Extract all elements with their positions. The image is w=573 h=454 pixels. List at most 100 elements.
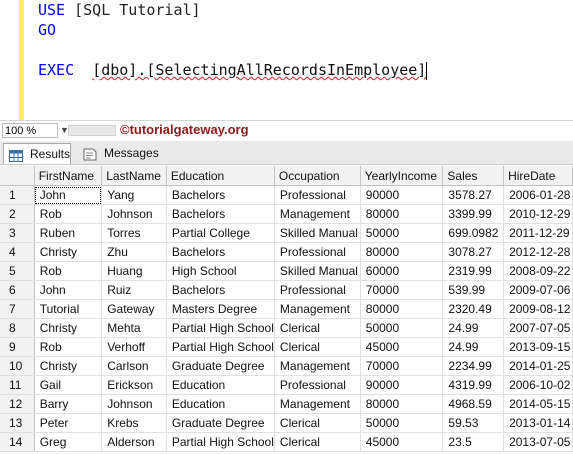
results-grid[interactable]: FirstName LastName Education Occupation Year… <box>0 166 573 454</box>
row-number[interactable]: 11 <box>0 375 35 395</box>
row-number[interactable]: 1 <box>0 185 35 205</box>
table-cell[interactable]: Torres <box>101 223 167 243</box>
table-row[interactable]: 9 Rob Verhoff Partial High School Clerical 45… <box>0 337 573 357</box>
table-cell[interactable]: Rob <box>34 337 103 357</box>
table-cell[interactable]: 3078.27 <box>442 242 505 262</box>
table-cell[interactable]: High School <box>166 261 275 281</box>
table-cell[interactable]: Christy <box>34 356 103 376</box>
table-cell[interactable]: 3399.99 <box>442 204 505 224</box>
table-cell[interactable]: 699.0982 <box>442 223 505 243</box>
table-cell[interactable]: Gateway <box>101 299 167 319</box>
table-cell[interactable]: Partial High School <box>166 337 275 357</box>
table-cell[interactable]: Verhoff <box>101 337 167 357</box>
table-cell[interactable]: Graduate Degree <box>166 413 275 433</box>
row-number[interactable]: 2 <box>0 204 35 224</box>
table-cell[interactable]: Professional <box>274 185 361 205</box>
table-cell[interactable]: 3578.27 <box>442 185 505 205</box>
table-cell[interactable]: Graduate Degree <box>166 356 275 376</box>
table-cell[interactable]: Education <box>166 375 275 395</box>
table-cell[interactable]: Clerical <box>274 337 361 357</box>
table-cell[interactable]: Christy <box>34 242 103 262</box>
table-cell[interactable]: 80000 <box>360 204 444 224</box>
table-cell[interactable]: Partial High School <box>166 318 275 338</box>
table-cell[interactable]: 2013-07-05 <box>503 432 573 452</box>
table-row[interactable]: 13 Peter Krebs Graduate Degree Clerical 50000… <box>0 413 573 433</box>
row-number[interactable]: 9 <box>0 337 35 357</box>
table-cell[interactable]: 24.99 <box>442 337 505 357</box>
table-row[interactable]: 3 Ruben Torres Partial College Skilled Manua… <box>0 223 573 243</box>
table-cell[interactable]: 59.53 <box>442 413 505 433</box>
table-cell[interactable]: Clerical <box>274 318 361 338</box>
table-cell[interactable]: Alderson <box>101 432 167 452</box>
row-number[interactable]: 7 <box>0 299 35 319</box>
table-cell[interactable]: 2006-01-28 <box>503 185 573 205</box>
table-cell[interactable]: 4319.99 <box>442 375 505 395</box>
column-header[interactable]: Occupation <box>274 166 361 186</box>
table-cell[interactable]: Education <box>166 394 275 414</box>
tab-results[interactable]: Results <box>3 143 71 164</box>
table-cell[interactable]: 50000 <box>360 223 444 243</box>
table-cell[interactable]: Management <box>274 356 361 376</box>
column-header[interactable]: LastName <box>101 166 167 186</box>
table-cell[interactable]: Professional <box>274 280 361 300</box>
row-number[interactable]: 14 <box>0 432 35 452</box>
column-header[interactable]: Sales <box>442 166 505 186</box>
table-row[interactable]: 2 Rob Johnson Bachelors Management 80000 3399.… <box>0 204 573 224</box>
table-cell[interactable]: 80000 <box>360 242 444 262</box>
table-cell[interactable]: 2009-07-06 <box>503 280 573 300</box>
row-number[interactable]: 8 <box>0 318 35 338</box>
table-cell[interactable]: 2008-09-22 <box>503 261 573 281</box>
table-cell[interactable]: Greg <box>34 432 103 452</box>
table-cell[interactable]: 23.5 <box>442 432 505 452</box>
table-cell[interactable]: 24.99 <box>442 318 505 338</box>
table-cell[interactable]: Professional <box>274 375 361 395</box>
table-cell[interactable]: 2007-07-05 <box>503 318 573 338</box>
table-cell[interactable]: Ruiz <box>101 280 167 300</box>
row-number[interactable]: 10 <box>0 356 35 376</box>
table-cell[interactable]: Bachelors <box>166 204 275 224</box>
table-cell[interactable]: 90000 <box>360 375 444 395</box>
table-cell[interactable]: 45000 <box>360 337 444 357</box>
table-cell[interactable]: Christy <box>34 318 103 338</box>
column-header[interactable]: FirstName <box>34 166 103 186</box>
table-cell[interactable]: 2013-01-14 <box>503 413 573 433</box>
column-header[interactable]: Education <box>166 166 275 186</box>
table-cell[interactable]: Partial College <box>166 223 275 243</box>
table-cell[interactable]: Zhu <box>101 242 167 262</box>
table-cell[interactable]: John <box>34 280 103 300</box>
table-cell[interactable]: Bachelors <box>166 185 275 205</box>
table-cell[interactable]: 50000 <box>360 318 444 338</box>
table-cell[interactable]: 2009-08-12 <box>503 299 573 319</box>
table-cell[interactable]: 2011-12-29 <box>503 223 573 243</box>
horizontal-scrollbar[interactable] <box>68 125 116 136</box>
table-cell[interactable]: Carlson <box>101 356 167 376</box>
row-number[interactable]: 6 <box>0 280 35 300</box>
table-row[interactable]: 10 Christy Carlson Graduate Degree Managemen… <box>0 356 573 376</box>
table-cell[interactable]: Partial High School <box>166 432 275 452</box>
table-row[interactable]: 12 Barry Johnson Education Management 80000 49… <box>0 394 573 414</box>
table-cell[interactable]: John <box>34 185 103 205</box>
table-cell[interactable]: 2320.49 <box>442 299 505 319</box>
tab-messages[interactable]: Messages <box>78 143 159 164</box>
table-cell[interactable]: 80000 <box>360 299 444 319</box>
table-cell[interactable]: Skilled Manual <box>274 223 361 243</box>
table-cell[interactable]: Clerical <box>274 413 361 433</box>
table-cell[interactable]: 4968.59 <box>442 394 505 414</box>
row-number[interactable]: 4 <box>0 242 35 262</box>
table-cell[interactable]: Management <box>274 299 361 319</box>
table-cell[interactable]: Management <box>274 204 361 224</box>
table-cell[interactable]: Mehta <box>101 318 167 338</box>
table-cell[interactable]: Rob <box>34 204 103 224</box>
table-cell[interactable]: 50000 <box>360 413 444 433</box>
corner-cell[interactable] <box>0 166 35 186</box>
table-cell[interactable]: Yang <box>101 185 167 205</box>
table-cell[interactable]: 2014-01-25 <box>503 356 573 376</box>
table-cell[interactable]: 70000 <box>360 356 444 376</box>
table-cell[interactable]: Johnson <box>101 394 167 414</box>
table-cell[interactable]: Gail <box>34 375 103 395</box>
table-row[interactable]: 11 Gail Erickson Education Professional 90000… <box>0 375 573 395</box>
row-number[interactable]: 12 <box>0 394 35 414</box>
row-number[interactable]: 3 <box>0 223 35 243</box>
table-cell[interactable]: 70000 <box>360 280 444 300</box>
table-cell[interactable]: Bachelors <box>166 280 275 300</box>
